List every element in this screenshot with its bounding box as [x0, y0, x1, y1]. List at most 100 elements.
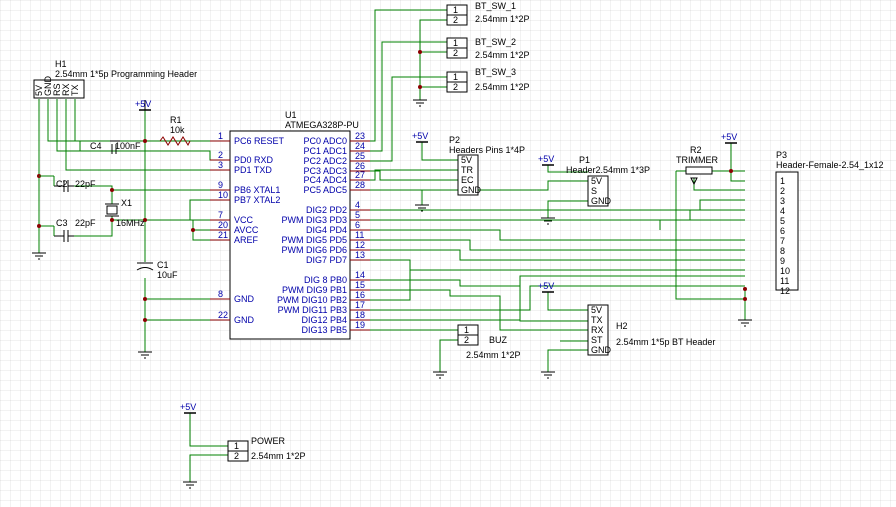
svg-text:TX: TX — [591, 315, 603, 325]
svg-text:5V: 5V — [591, 176, 602, 186]
h1-programming-header: H1 2.54mm 1*5p Programming Header 5V GND… — [33, 59, 197, 99]
svg-text:2.54mm 1*2P: 2.54mm 1*2P — [251, 451, 306, 461]
schematic-canvas: +5V +5V +5V +5V +5V +5V H1 2.54mm 1*5p P… — [0, 0, 896, 507]
u1-pin-number: 28 — [355, 180, 365, 190]
u1-pin-number: 13 — [355, 250, 365, 260]
u1-pin-name: DIG12 PB4 — [301, 315, 347, 325]
vcc-label: +5V — [721, 132, 737, 142]
p3-female-header: P3 Header-Female-2.54_1x12 1234567891011… — [775, 150, 884, 296]
svg-text:TRIMMER: TRIMMER — [676, 155, 718, 165]
u1-pin-number: 18 — [355, 310, 365, 320]
u1-atmega328p: U1 ATMEGA328P-PU 1 PC6 RESET 2 PD0 RXD 3 PD1 … — [210, 110, 370, 340]
u1-pin-number: 23 — [355, 131, 365, 141]
u1-pin-name: PWM DIG5 PD5 — [281, 235, 347, 245]
bt-sw-1: 1 2 BT_SW_1 2.54mm 1*2P — [446, 1, 530, 26]
vcc-label: +5V — [180, 402, 196, 412]
power-symbols: +5V +5V +5V +5V +5V +5V — [135, 99, 737, 414]
svg-text:Header-Female-2.54_1x12: Header-Female-2.54_1x12 — [776, 160, 884, 170]
svg-text:2.54mm 1*2P: 2.54mm 1*2P — [466, 350, 521, 360]
p3-pin-number: 12 — [780, 286, 790, 296]
svg-text:TR: TR — [461, 165, 473, 175]
u1-pin-name: GND — [234, 315, 255, 325]
p3-pin-number: 4 — [780, 206, 785, 216]
svg-text:1: 1 — [453, 5, 458, 15]
svg-text:10k: 10k — [170, 125, 185, 135]
u1-pin-name: PB6 XTAL1 — [234, 185, 280, 195]
svg-text:Header2.54mm 1*3P: Header2.54mm 1*3P — [566, 165, 650, 175]
svg-text:2.54mm 1*2P: 2.54mm 1*2P — [475, 82, 530, 92]
u1-pin-name: DIG2 PD2 — [306, 205, 347, 215]
svg-text:P2: P2 — [449, 135, 460, 145]
svg-text:2.54mm 1*2P: 2.54mm 1*2P — [475, 50, 530, 60]
p3-pin-number: 9 — [780, 256, 785, 266]
u1-pin-name: VCC — [234, 215, 254, 225]
u1-pin-number: 1 — [218, 131, 223, 141]
u1-pin-number: 12 — [355, 240, 365, 250]
vcc-label: +5V — [135, 99, 151, 109]
u1-pin-name: PC5 ADC5 — [303, 185, 347, 195]
u1-pin-name: DIG7 PD7 — [306, 255, 347, 265]
bt-sw-3: 1 2 BT_SW_3 2.54mm 1*2P — [446, 67, 530, 93]
svg-text:GND: GND — [591, 345, 612, 355]
u1-pin-number: 14 — [355, 270, 365, 280]
capacitor-c2: C2 22pF — [39, 175, 96, 192]
vcc-label: +5V — [412, 131, 428, 141]
p3-pin-number: 7 — [780, 236, 785, 246]
u1-pin-number: 10 — [218, 190, 228, 200]
u1-pin-number: 9 — [218, 180, 223, 190]
svg-text:S: S — [591, 186, 597, 196]
u1-pin-number: 21 — [218, 230, 228, 240]
svg-text:16MHz: 16MHz — [116, 218, 145, 228]
vcc-label: +5V — [538, 154, 554, 164]
svg-text:GND: GND — [461, 185, 482, 195]
u1-pin-name: PC4 ADC4 — [303, 175, 347, 185]
h1-pin: TX — [70, 84, 80, 96]
svg-text:BT_SW_3: BT_SW_3 — [475, 67, 516, 77]
p3-pin-number: 3 — [780, 196, 785, 206]
u1-pin-name: PC2 ADC2 — [303, 156, 347, 166]
svg-text:BUZ: BUZ — [489, 335, 508, 345]
u1-pin-name: PWM DIG9 PB1 — [282, 285, 347, 295]
svg-text:1: 1 — [453, 72, 458, 82]
p3-pin-number: 11 — [780, 276, 789, 286]
u1-pin-number: 4 — [355, 200, 360, 210]
schematic-drawing: +5V +5V +5V +5V +5V +5V H1 2.54mm 1*5p P… — [32, 1, 884, 489]
svg-text:1: 1 — [464, 325, 469, 335]
svg-text:1: 1 — [453, 38, 458, 48]
vcc-label: +5V — [538, 281, 554, 291]
svg-text:C2: C2 — [56, 179, 68, 189]
svg-text:5V: 5V — [461, 155, 472, 165]
svg-text:100nF: 100nF — [115, 141, 141, 151]
u1-pin-number: 17 — [355, 300, 365, 310]
u1-pin-name: GND — [234, 294, 255, 304]
svg-text:2: 2 — [453, 82, 458, 92]
svg-text:EC: EC — [461, 175, 474, 185]
u1-part: ATMEGA328P-PU — [285, 120, 359, 130]
h1-ref: H1 — [55, 59, 67, 69]
svg-text:BT_SW_1: BT_SW_1 — [475, 1, 516, 11]
u1-pin-name: PC6 RESET — [234, 136, 285, 146]
u1-pin-number: 27 — [355, 170, 365, 180]
u1-pin-name: PWM DIG10 PB2 — [277, 295, 347, 305]
u1-pin-number: 2 — [218, 150, 223, 160]
svg-text:GND: GND — [591, 196, 612, 206]
svg-text:C4: C4 — [90, 141, 102, 151]
u1-pin-name: PB7 XTAL2 — [234, 195, 280, 205]
svg-text:X1: X1 — [121, 198, 132, 208]
u1-pin-number: 5 — [355, 210, 360, 220]
u1-pin-number: 11 — [355, 230, 364, 240]
u1-pin-name: PWM DIG3 PD3 — [281, 215, 347, 225]
svg-text:P1: P1 — [579, 155, 590, 165]
svg-text:2: 2 — [464, 335, 469, 345]
u1-pin-name: DIG 8 PB0 — [304, 275, 347, 285]
p2-header: P2 Headers Pins 1*4P 5V TR EC GND — [449, 135, 525, 196]
u1-pin-number: 22 — [218, 310, 228, 320]
p3-pin-number: 1 — [780, 176, 785, 186]
svg-text:22pF: 22pF — [75, 218, 96, 228]
u1-pin-number: 20 — [218, 220, 228, 230]
svg-text:1: 1 — [234, 441, 239, 451]
p3-pin-number: 5 — [780, 216, 785, 226]
u1-pin-number: 24 — [355, 141, 365, 151]
u1-pin-number: 25 — [355, 151, 365, 161]
svg-text:2: 2 — [453, 15, 458, 25]
